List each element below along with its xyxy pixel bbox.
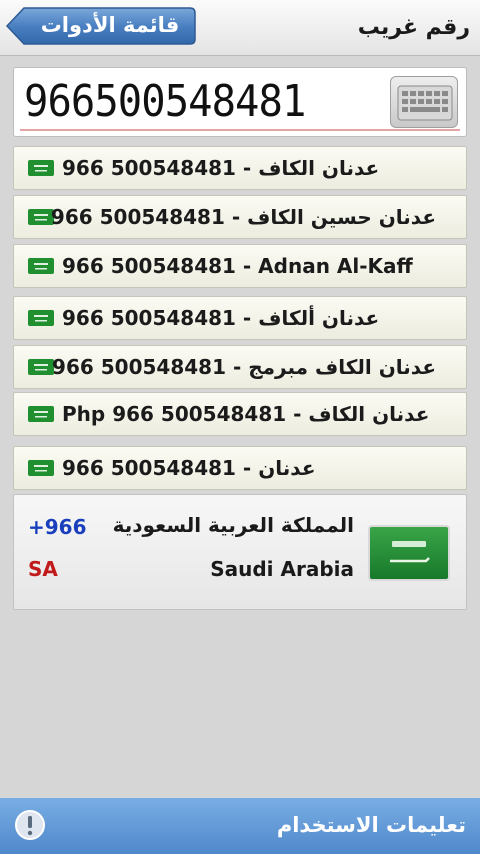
title-bar: قائمة الأدوات رقم غريب (0, 0, 480, 56)
usage-instructions-label: تعليمات الاستخدام (276, 813, 466, 837)
keyboard-icon (397, 85, 453, 121)
contact-row[interactable]: عدنان الكاف - 500548481 966 (13, 146, 467, 190)
saudi-flag-icon (28, 406, 54, 422)
contact-row[interactable]: عدنان - 500548481 966 (13, 446, 467, 490)
contact-row-text: عدنان - 500548481 966 (62, 456, 316, 480)
saudi-flag-icon (28, 160, 54, 176)
contact-row[interactable]: عدنان ألكاف - 500548481 966 (13, 296, 467, 340)
contact-row[interactable]: 966 500548481 - Adnan Al-Kaff (13, 244, 467, 288)
contact-row-text: 966 500548481 - Adnan Al-Kaff (62, 254, 413, 278)
country-iso-code: SA (28, 557, 58, 581)
phone-number-field[interactable]: 966500548481 (13, 67, 467, 137)
back-to-tools-button[interactable]: قائمة الأدوات (6, 7, 196, 45)
contact-row[interactable]: عدنان الكاف مبرمج - 500548481 966 (13, 345, 467, 389)
field-underline (20, 129, 460, 131)
saudi-flag-icon (28, 460, 54, 476)
info-icon[interactable] (14, 809, 46, 841)
contact-row[interactable]: Php عدنان الكاف - 500548481 966 (13, 392, 467, 436)
page-title: رقم غريب (357, 15, 470, 40)
contact-row-text: عدنان ألكاف - 500548481 966 (62, 306, 380, 330)
saudi-flag-icon (28, 310, 54, 326)
contact-row[interactable]: عدنان حسين الكاف - 500548481 966 (13, 195, 467, 239)
phone-number-value: 966500548481 (24, 76, 306, 127)
country-dial-code: +966 (28, 515, 87, 539)
saudi-flag-icon (28, 359, 54, 375)
country-name-arabic: المملكة العربية السعودية (112, 513, 354, 537)
country-name-english: Saudi Arabia (210, 557, 354, 581)
contact-row-text: عدنان الكاف مبرمج - 500548481 966 (52, 355, 436, 379)
contact-row-text: عدنان حسين الكاف - 500548481 966 (50, 205, 436, 229)
back-button-label: قائمة الأدوات (40, 13, 180, 37)
saudi-flag-icon (28, 258, 54, 274)
saudi-flag-large-icon (368, 525, 450, 581)
country-info-card: +966 SA المملكة العربية السعودية Saudi A… (13, 494, 467, 610)
footer-bar[interactable]: تعليمات الاستخدام (0, 798, 480, 854)
contact-row-text: Php عدنان الكاف - 500548481 966 (62, 402, 430, 426)
keyboard-button[interactable] (390, 76, 458, 128)
contact-row-text: عدنان الكاف - 500548481 966 (62, 156, 380, 180)
